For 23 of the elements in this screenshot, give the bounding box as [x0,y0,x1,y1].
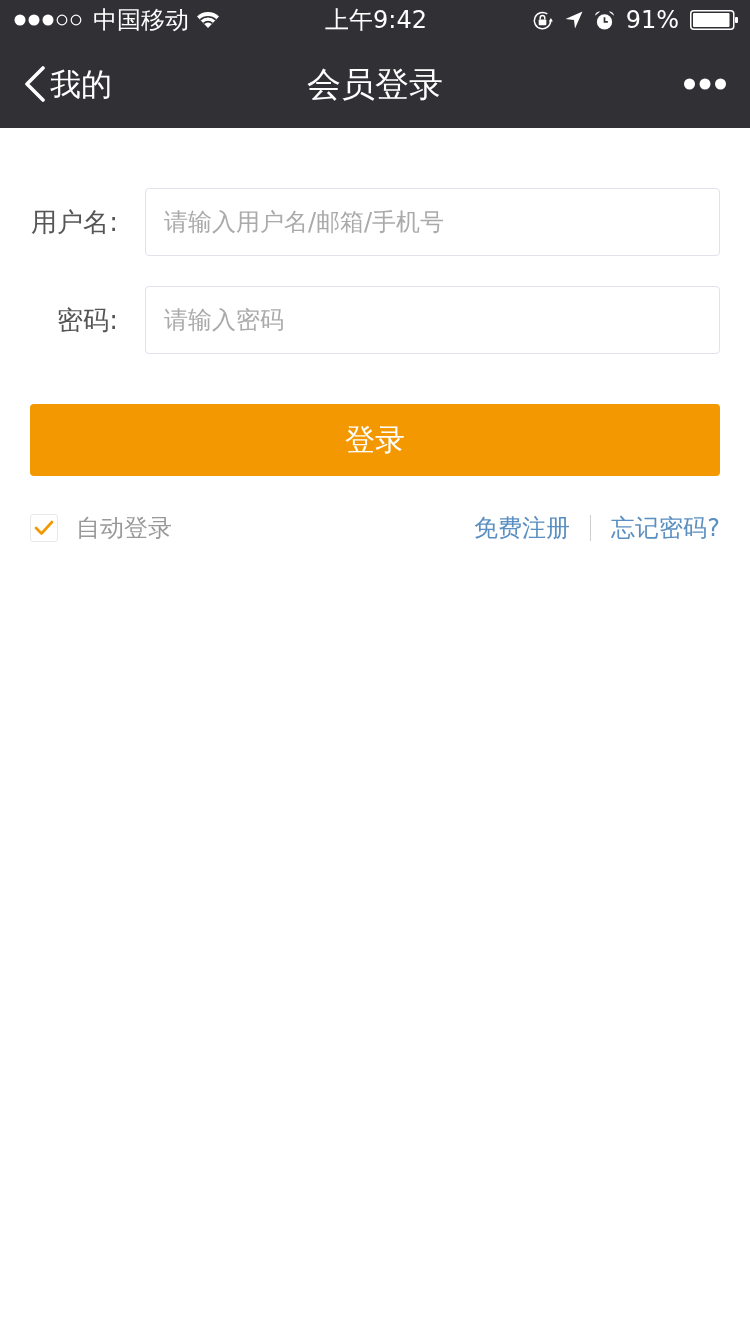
back-button[interactable]: 我的 [24,64,112,104]
checkmark-icon [34,520,54,536]
text-link[interactable]: 忘记密码? [611,512,720,544]
text-link[interactable]: 免费注册 [474,512,571,544]
auto-login-label: 自动登录 [76,513,172,544]
battery-icon [690,10,738,30]
field-label: 密码: [57,303,118,337]
carrier-name: 中国移动 [93,5,189,35]
checkbox[interactable] [30,514,58,542]
input-field[interactable]: 请输入密码 [145,286,720,354]
chevron-left-icon [24,66,46,102]
more-icon [684,78,726,90]
more-button[interactable] [684,78,726,90]
page-title: 会员登录 [307,63,443,106]
battery-percent: 91% [625,5,679,35]
wifi-icon [196,11,220,29]
field-label: 用户名: [31,205,118,239]
alarm-clock-icon [593,9,615,31]
location-arrow-icon [564,11,583,29]
clock-time: 上午9:42 [325,5,427,35]
login-button[interactable]: 登录 [30,404,720,476]
signal-icon [14,14,82,26]
input-field[interactable]: 请输入用户名/邮箱/手机号 [145,188,720,256]
